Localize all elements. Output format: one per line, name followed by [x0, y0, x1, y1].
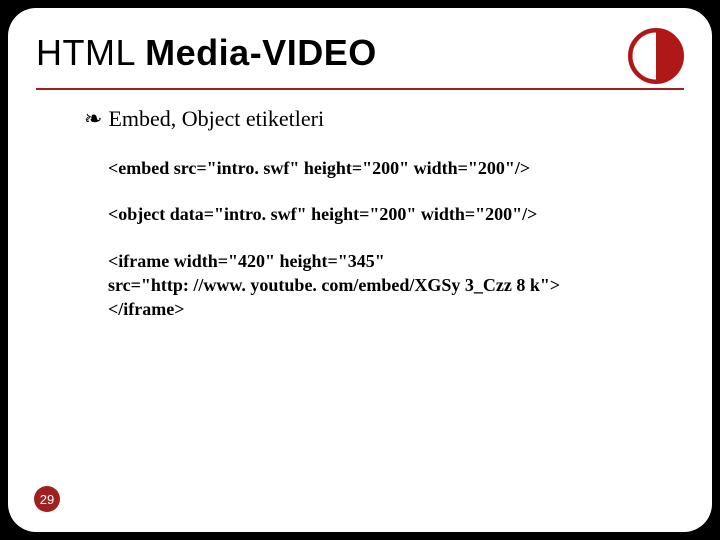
slide-title: HTML Media-VIDEO [36, 32, 377, 74]
title-bold: Media-VIDEO [145, 32, 377, 73]
page-number-badge: 29 [34, 486, 60, 512]
bullet-item: ❧ Embed, Object etiketleri [84, 106, 684, 132]
code-iframe: <iframe width="420" height="345" src="ht… [108, 249, 644, 322]
title-plain: HTML [36, 32, 145, 73]
metu-logo-icon [628, 28, 684, 84]
title-underline [36, 88, 684, 90]
code-object: <object data="intro. swf" height="200" w… [108, 202, 644, 226]
code-iframe-line3: </iframe> [108, 297, 644, 321]
bullet-text: Embed, Object etiketleri [108, 106, 324, 132]
header: HTML Media-VIDEO [36, 32, 684, 84]
code-iframe-line2: src="http: //www. youtube. com/embed/XGS… [108, 273, 644, 297]
bullet-icon: ❧ [84, 106, 102, 132]
slide-frame: HTML Media-VIDEO ❧ Embed, Object etiketl… [8, 8, 712, 532]
page-number: 29 [40, 492, 54, 507]
code-examples: <embed src="intro. swf" height="200" wid… [108, 156, 644, 321]
code-iframe-line1: <iframe width="420" height="345" [108, 249, 644, 273]
code-embed: <embed src="intro. swf" height="200" wid… [108, 156, 644, 180]
